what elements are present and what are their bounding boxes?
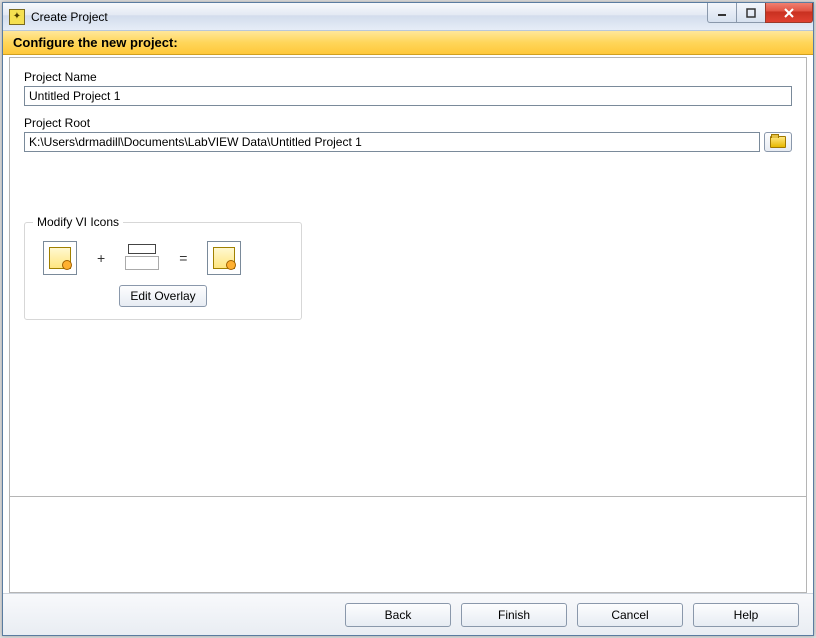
overlay-bottom-icon: [125, 256, 159, 270]
banner-text: Configure the new project:: [13, 35, 178, 50]
minimize-button[interactable]: [707, 3, 737, 23]
project-root-input[interactable]: [24, 132, 760, 152]
folder-icon: [770, 136, 786, 148]
finish-button[interactable]: Finish: [461, 603, 567, 627]
labview-icon: ✦: [9, 9, 25, 25]
window-controls: [708, 3, 813, 23]
result-icon-preview: [207, 241, 241, 275]
message-area[interactable]: [10, 496, 806, 592]
group-legend: Modify VI Icons: [33, 215, 123, 229]
equals-symbol: =: [179, 250, 187, 266]
dialog-window: ✦ Create Project Configure the new proje…: [2, 2, 814, 636]
edit-overlay-button[interactable]: Edit Overlay: [119, 285, 206, 307]
vi-icon-result: [213, 247, 235, 269]
titlebar[interactable]: ✦ Create Project: [3, 3, 813, 31]
banner: Configure the new project:: [3, 31, 813, 55]
window-title: Create Project: [31, 10, 108, 24]
overlay-top-icon: [128, 244, 156, 254]
modify-vi-icons-group: Modify VI Icons + = Edit Overlay: [24, 222, 302, 320]
footer: Back Finish Cancel Help: [3, 593, 813, 635]
cancel-button[interactable]: Cancel: [577, 603, 683, 627]
plus-symbol: +: [97, 250, 105, 266]
maximize-button[interactable]: [736, 3, 766, 23]
project-name-label: Project Name: [24, 70, 792, 84]
vi-icon: [49, 247, 71, 269]
overlay-preview: [125, 244, 159, 272]
project-name-input[interactable]: [24, 86, 792, 106]
browse-button[interactable]: [764, 132, 792, 152]
project-root-label: Project Root: [24, 116, 792, 130]
help-button[interactable]: Help: [693, 603, 799, 627]
close-button[interactable]: [765, 3, 813, 23]
base-icon-preview: [43, 241, 77, 275]
back-button[interactable]: Back: [345, 603, 451, 627]
content-panel: Project Name Project Root Modify VI Icon…: [9, 57, 807, 593]
